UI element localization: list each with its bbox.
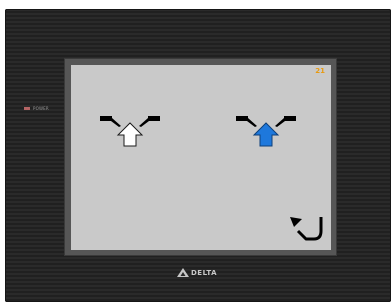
brand-name: DELTA [191,268,218,277]
power-led-icon [24,107,30,110]
power-label: POWER [33,106,49,111]
reed-up-button-blue[interactable] [234,115,298,151]
power-indicator: POWER [24,106,49,111]
touch-screen: 21 [71,65,331,250]
delta-triangle-icon [177,268,189,277]
page-number: 21 [315,67,325,75]
return-arrow-icon [290,217,323,241]
reed-up-button-white[interactable] [98,115,162,151]
brand-logo: DELTA [177,268,217,277]
back-button[interactable] [288,213,326,243]
reed-arrow-up-icon [100,116,160,147]
reed-arrow-up-icon [236,116,296,147]
